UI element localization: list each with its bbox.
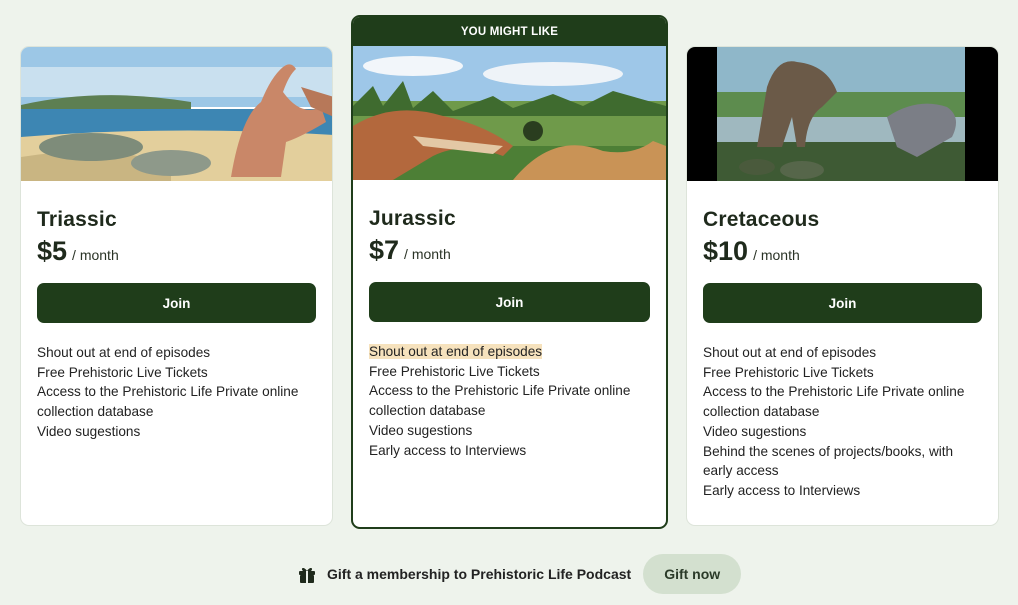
feature-item: Shout out at end of episodes bbox=[37, 345, 211, 360]
feature-item: Early access to Interviews bbox=[369, 442, 527, 458]
gift-now-button[interactable]: Gift now bbox=[643, 554, 742, 594]
tier-title: Cretaceous bbox=[703, 208, 820, 231]
feature-item: Access to the Prehistoric Life Private o… bbox=[37, 384, 299, 420]
feature-list: Shout out at end of episodes Free Prehis… bbox=[37, 343, 316, 442]
jurassic-dinosaurs-forest-image bbox=[353, 46, 666, 180]
tier-price: $5 bbox=[37, 236, 68, 266]
feature-item: Video sugestions bbox=[369, 422, 473, 438]
triassic-dinosaurs-beach-image bbox=[21, 47, 332, 181]
tier-period: / month bbox=[72, 247, 119, 263]
tier-price-row: $7 / month bbox=[369, 235, 650, 266]
feature-item: Access to the Prehistoric Life Private o… bbox=[703, 384, 965, 420]
tier-card-triassic: Triassic $5 / month Join Shout out at en… bbox=[20, 46, 333, 526]
cretaceous-dinosaurs-river-image bbox=[687, 47, 998, 181]
feature-item: Behind the scenes of projects/books, wit… bbox=[703, 443, 954, 479]
feature-item: Early access to Interviews bbox=[703, 482, 861, 498]
feature-item: Access to the Prehistoric Life Private o… bbox=[369, 383, 631, 419]
feature-item: Free Prehistoric Live Tickets bbox=[369, 363, 540, 379]
feature-list: Shout out at end of episodes Free Prehis… bbox=[703, 343, 982, 501]
tier-card-cretaceous: Cretaceous $10 / month Join Shout out at… bbox=[686, 46, 999, 526]
gift-icon bbox=[299, 567, 315, 583]
feature-item-highlighted: Shout out at end of episodes bbox=[369, 342, 650, 362]
feature-item: Free Prehistoric Live Tickets bbox=[703, 364, 874, 380]
tier-title: Jurassic bbox=[369, 207, 456, 230]
feature-item: Video sugestions bbox=[703, 423, 807, 439]
feature-item: Free Prehistoric Live Tickets bbox=[37, 364, 208, 380]
feature-item: Video sugestions bbox=[37, 423, 141, 439]
tier-card-jurassic: YOU MIGHT LIKE Jurassic $7 / month Join … bbox=[351, 15, 668, 529]
join-button[interactable]: Join bbox=[703, 283, 982, 323]
recommended-badge: YOU MIGHT LIKE bbox=[353, 17, 666, 46]
gift-membership-row: Gift a membership to Prehistoric Life Po… bbox=[297, 554, 742, 594]
join-button[interactable]: Join bbox=[37, 283, 316, 323]
gift-text: Gift a membership to Prehistoric Life Po… bbox=[327, 566, 632, 582]
tier-period: / month bbox=[753, 247, 800, 263]
tier-price: $10 bbox=[703, 236, 749, 266]
join-button[interactable]: Join bbox=[369, 282, 650, 322]
highlighted-feature-text: Shout out at end of episodes bbox=[369, 344, 543, 359]
tier-price: $7 bbox=[369, 235, 400, 265]
tier-price-row: $10 / month bbox=[703, 236, 982, 267]
tier-price-row: $5 / month bbox=[37, 236, 316, 267]
feature-item: Shout out at end of episodes bbox=[703, 345, 877, 360]
tier-title: Triassic bbox=[37, 208, 117, 231]
tier-period: / month bbox=[404, 246, 451, 262]
feature-list: Shout out at end of episodes Free Prehis… bbox=[369, 342, 650, 460]
